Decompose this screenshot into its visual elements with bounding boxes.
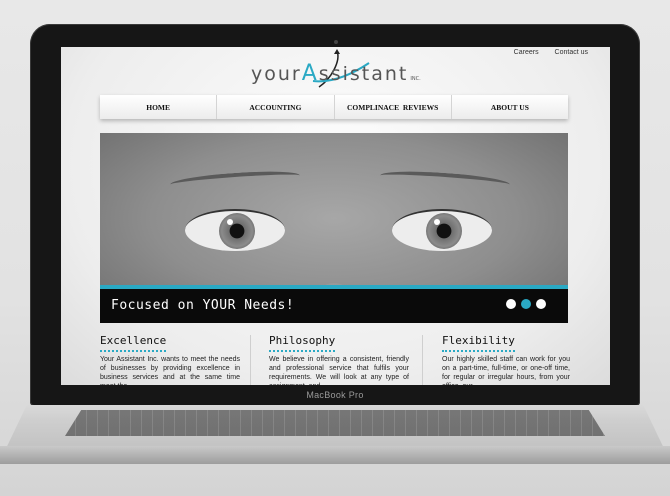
logo-part2: ssistant	[318, 63, 409, 85]
column-text: Our highly skilled staff can work for yo…	[442, 356, 570, 385]
feature-columns: Excellence Your Assistant Inc. wants to …	[100, 331, 570, 385]
slider-dot-2[interactable]	[521, 299, 531, 309]
slider-dots	[506, 299, 546, 309]
column-text: Your Assistant Inc. wants to meet the ne…	[100, 356, 240, 385]
logo-letter: A	[301, 61, 319, 86]
column-text: We believe in offering a consistent, fri…	[269, 356, 409, 385]
laptop-base-edge	[0, 446, 670, 464]
keyboard	[65, 410, 605, 436]
right-eye	[392, 209, 492, 251]
right-eyebrow	[379, 168, 511, 192]
site-logo[interactable]: yourAssistant INC.	[251, 61, 421, 86]
main-nav: HOME ACCOUNTING COMPLINACE REVIEWS ABOUT…	[100, 95, 568, 119]
column-title: Philosophy	[269, 334, 336, 352]
column-title: Excellence	[100, 334, 167, 352]
laptop-screen: Careers Contact us yourAssistant INC. HOM…	[61, 47, 610, 385]
hero-caption-bar: Focused on YOUR Needs!	[100, 285, 568, 323]
column-divider	[422, 335, 423, 385]
nav-home[interactable]: HOME	[100, 95, 218, 119]
left-eyebrow	[169, 168, 301, 192]
column-title: Flexibility	[442, 334, 515, 352]
careers-link[interactable]: Careers	[514, 49, 539, 56]
hero-caption: Focused on YOUR Needs!	[111, 298, 295, 313]
nav-about-us[interactable]: ABOUT US	[452, 95, 568, 119]
hero-slider: Focused on YOUR Needs!	[100, 133, 568, 323]
column-flexibility: Flexibility Our highly skilled staff can…	[442, 331, 570, 385]
left-eye	[185, 209, 285, 251]
contact-link[interactable]: Contact us	[555, 49, 588, 56]
top-links: Careers Contact us	[500, 49, 588, 56]
slider-dot-1[interactable]	[506, 299, 516, 309]
column-divider	[250, 335, 251, 385]
logo-suffix: INC.	[410, 76, 421, 82]
nav-accounting[interactable]: ACCOUNTING	[217, 95, 335, 119]
logo-part1: your	[251, 63, 302, 85]
column-excellence: Excellence Your Assistant Inc. wants to …	[100, 331, 240, 385]
webcam-icon	[334, 40, 338, 44]
nav-compliance-reviews[interactable]: COMPLINACE REVIEWS	[335, 95, 452, 119]
device-brand-label: MacBook Pro	[306, 390, 364, 400]
slider-dot-3[interactable]	[536, 299, 546, 309]
column-philosophy: Philosophy We believe in offering a cons…	[269, 331, 409, 385]
